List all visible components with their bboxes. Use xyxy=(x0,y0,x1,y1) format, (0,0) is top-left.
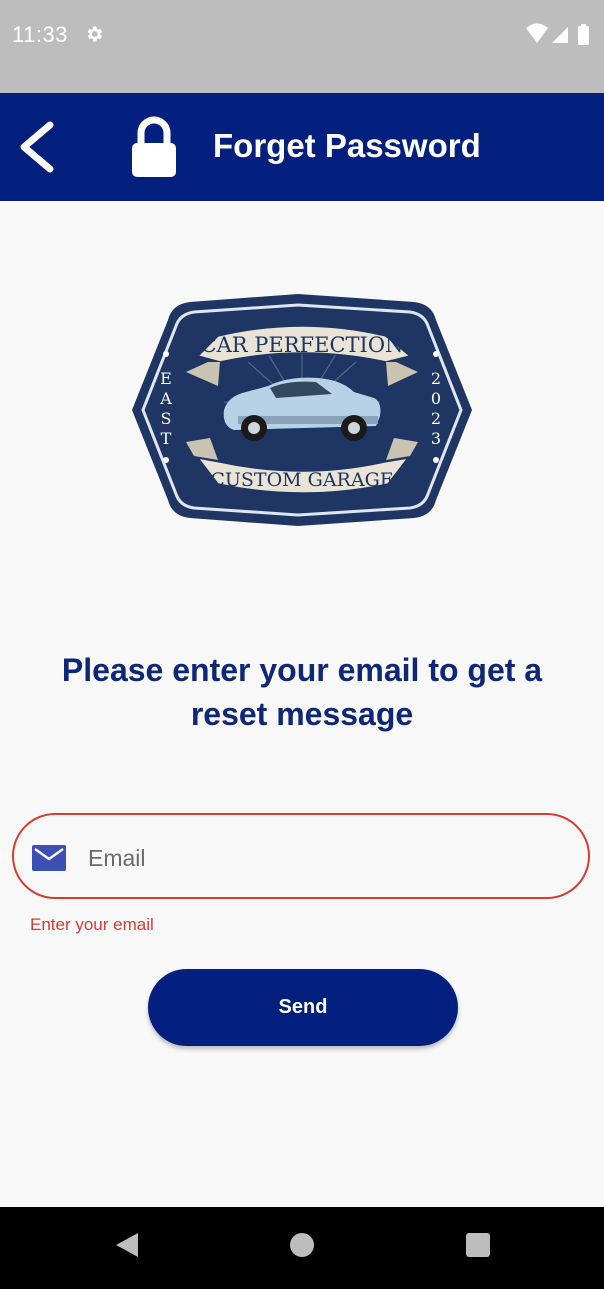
wifi-icon xyxy=(526,23,548,43)
svg-text:2: 2 xyxy=(431,369,441,388)
svg-text:CAR PERFECTION: CAR PERFECTION xyxy=(201,333,404,357)
svg-text:A: A xyxy=(159,389,172,408)
battery-icon xyxy=(578,26,589,45)
status-icons xyxy=(526,23,589,45)
svg-text:E: E xyxy=(160,369,172,388)
chevron-left-icon[interactable] xyxy=(12,117,62,177)
email-input[interactable] xyxy=(86,837,570,879)
status-bar: 11:33 xyxy=(0,0,604,93)
mail-icon xyxy=(32,845,66,871)
system-nav-bar xyxy=(0,1207,604,1289)
signal-icon xyxy=(552,27,568,43)
car-perfection-logo: CAR PERFECTION CUSTOM GARAGE EAST 2023 xyxy=(132,294,472,526)
settings-icon xyxy=(87,26,102,42)
email-field[interactable] xyxy=(12,813,590,899)
recents-square-icon[interactable] xyxy=(466,1233,490,1257)
app-bar: Forget Password xyxy=(0,93,604,201)
svg-text:2: 2 xyxy=(431,409,441,428)
email-error-message: Enter your email xyxy=(30,915,154,934)
lock-icon xyxy=(132,116,176,177)
svg-text:0: 0 xyxy=(431,389,441,408)
svg-text:3: 3 xyxy=(431,429,441,448)
home-circle-icon[interactable] xyxy=(290,1233,314,1257)
svg-text:CUSTOM GARAGE: CUSTOM GARAGE xyxy=(210,469,393,491)
send-button[interactable]: Send xyxy=(148,969,458,1046)
status-time: 11:33 xyxy=(12,22,68,47)
svg-text:S: S xyxy=(161,409,172,428)
page-title: Forget Password xyxy=(213,127,481,164)
instruction-heading: Please enter your email to get a reset m… xyxy=(61,652,543,732)
back-triangle-icon[interactable] xyxy=(114,1231,140,1259)
svg-text:T: T xyxy=(161,429,172,448)
